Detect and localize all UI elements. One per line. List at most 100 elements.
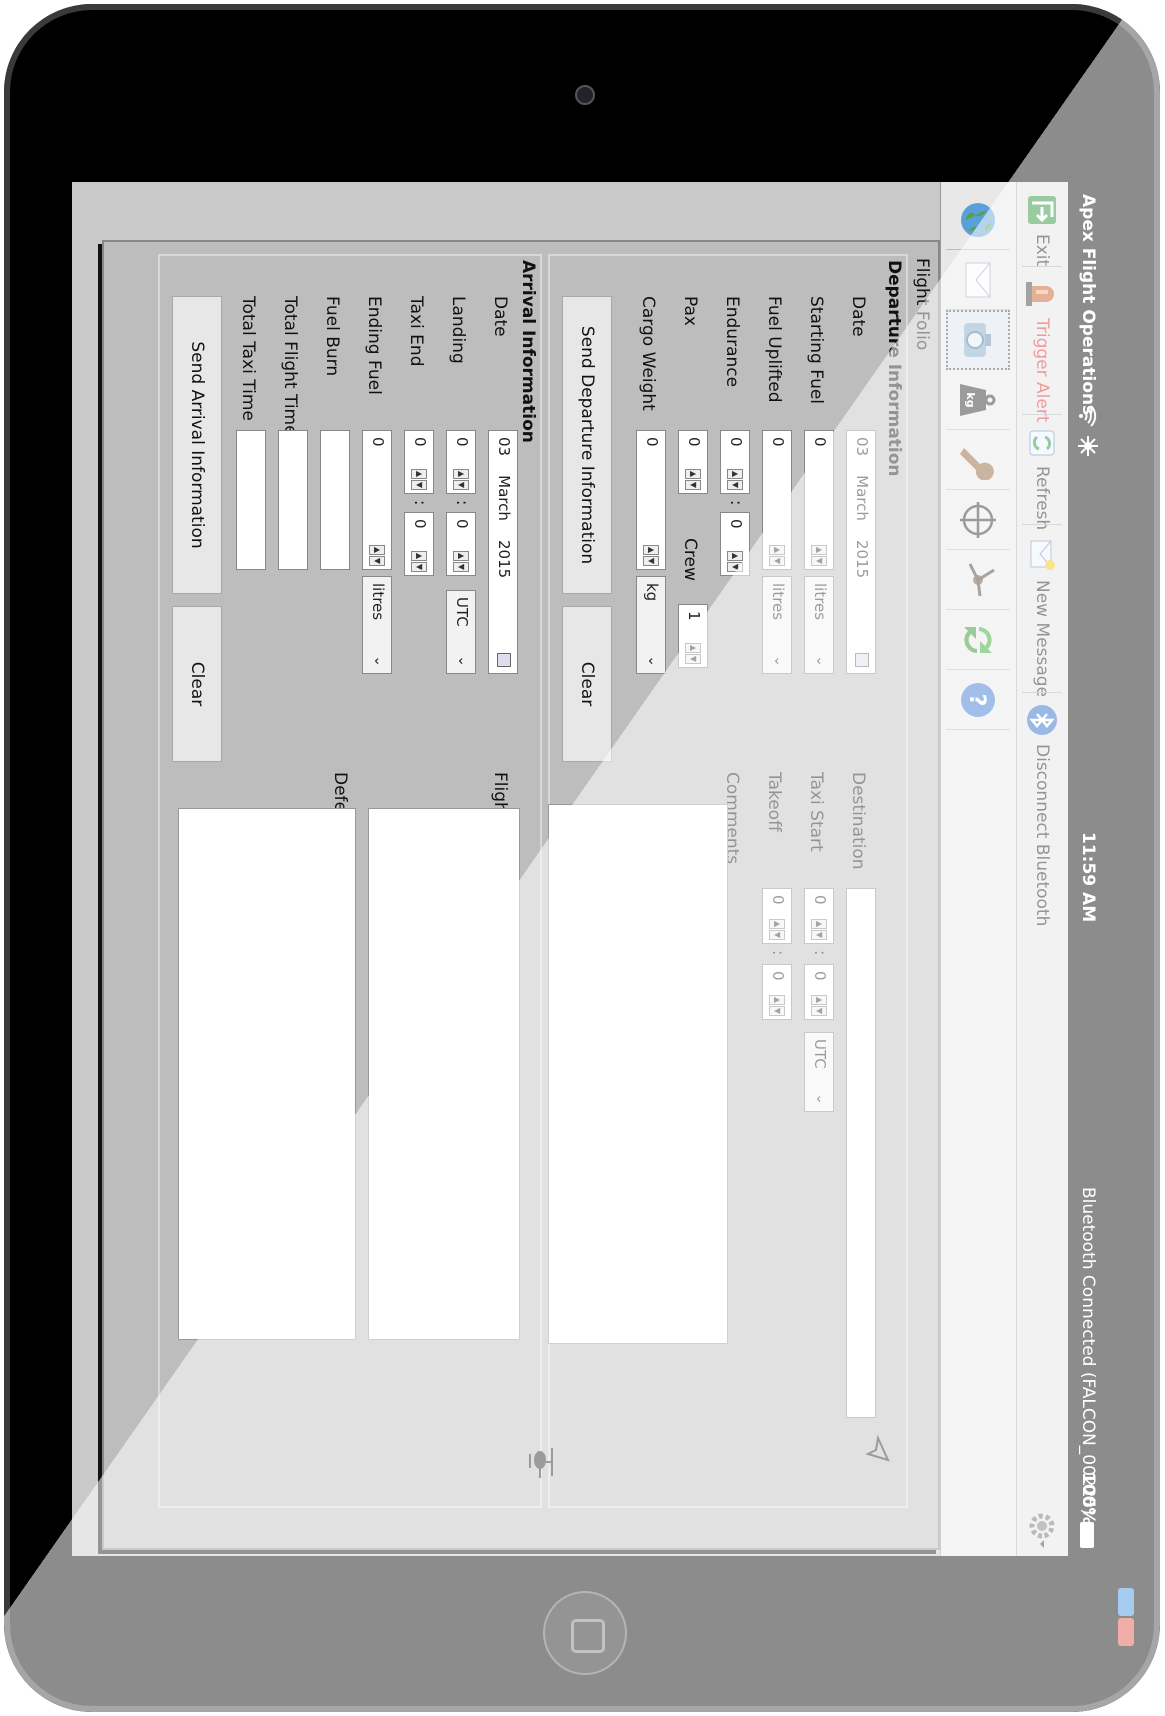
cargo-weight-value: 0 — [643, 437, 661, 447]
taxi-start-hours[interactable]: 0 ▲ ▼ — [804, 888, 834, 944]
crew-input[interactable]: 1 ▲ ▼ — [678, 604, 708, 668]
ending-fuel-value: 0 — [369, 437, 387, 447]
airplane-icon — [865, 1434, 890, 1462]
landing-minutes[interactable]: 0 ▲ ▼ — [446, 512, 476, 576]
new-message-label: New Message — [1032, 580, 1052, 697]
ending-fuel-input[interactable]: 0 ▲ ▼ — [362, 430, 392, 570]
endurance-minutes[interactable]: 0 ▲ ▼ — [720, 512, 750, 576]
refresh-button[interactable]: Refresh — [1016, 422, 1068, 536]
screen: Apex Flight Operations 11:59 AM Bluetoot… — [72, 182, 1104, 1556]
app-title: Apex Flight Operations — [1078, 194, 1098, 416]
trigger-alert-button[interactable]: Trigger Alert — [1016, 272, 1068, 429]
new-message-button[interactable]: New Message — [1016, 532, 1068, 703]
toolbar-weight-button[interactable]: kg — [946, 370, 1010, 430]
bluetooth-icon — [1027, 705, 1057, 735]
taxi-start-hours-value: 0 — [811, 895, 829, 905]
envelope-icon — [965, 262, 991, 297]
settings-gear-button[interactable] — [1019, 1508, 1060, 1548]
app-window: Apex Flight Operations 11:59 AM Bluetoot… — [72, 182, 1104, 1556]
ending-fuel-label: Ending Fuel — [364, 296, 384, 395]
disconnect-bluetooth-button[interactable]: Disconnect Bluetooth — [1016, 698, 1068, 932]
taxi-start-minutes[interactable]: 0 ▲ ▼ — [804, 964, 834, 1020]
pax-input[interactable]: 0 ▲ ▼ — [678, 430, 708, 494]
destination-label: Destination — [848, 772, 868, 870]
dep-date-picker[interactable]: 03 March 2015 — [846, 430, 876, 674]
refresh-icon — [1029, 430, 1055, 456]
taxi-end-minutes-value: 0 — [411, 519, 429, 529]
landing-hours[interactable]: 0 ▲ ▼ — [446, 430, 476, 494]
departure-section: Departure Information Date 03 March 2015… — [548, 254, 908, 1508]
toolbar-help-button[interactable]: ? — [946, 670, 1010, 730]
weight-kg-icon: kg — [960, 383, 996, 416]
takeoff-hours-value: 0 — [769, 895, 787, 905]
destination-field[interactable] — [846, 888, 876, 1418]
comments-textarea[interactable] — [548, 804, 728, 1344]
taxi-start-minutes-value: 0 — [811, 971, 829, 981]
fuel-uplifted-unit-select[interactable]: litres ⌄ — [762, 576, 792, 674]
landing-label: Landing — [448, 296, 468, 364]
departure-clear-button[interactable]: Clear — [562, 606, 612, 762]
chevron-down-icon: ⌄ — [645, 655, 661, 667]
cargo-weight-label: Cargo Weight — [638, 296, 658, 411]
arr-date-label: Date — [490, 296, 510, 337]
bluetooth-status: Bluetooth Connected (FALCON_00225) — [1078, 1187, 1098, 1516]
endurance-minutes-value: 0 — [727, 519, 745, 529]
starting-fuel-input[interactable]: 0 ▲ ▼ — [804, 430, 834, 570]
arrival-heading: Arrival Information — [518, 260, 538, 443]
toolbar-crosshair-button[interactable] — [946, 490, 1010, 550]
dep-date-month: March — [853, 475, 871, 521]
toolbar-mail-button[interactable] — [946, 250, 1010, 310]
landing-zone-select[interactable]: UTC ⌄ — [446, 590, 476, 674]
toolbar-globe-button[interactable] — [946, 190, 1010, 250]
arr-date-picker[interactable]: 03 March 2015 — [488, 430, 518, 674]
crosshair-icon — [960, 501, 996, 538]
camera-icon — [964, 323, 991, 357]
svg-text:?: ? — [964, 693, 989, 706]
toolbar-propeller-button[interactable] — [946, 550, 1010, 610]
send-departure-button[interactable]: Send Departure Information — [562, 296, 612, 594]
new-message-icon — [1030, 540, 1055, 570]
battery-icon — [1080, 1522, 1094, 1548]
endurance-hours[interactable]: 0 ▲ ▼ — [720, 430, 750, 494]
cargo-weight-input[interactable]: 0 ▲ ▼ — [636, 430, 666, 570]
flight-report-textarea[interactable] — [368, 808, 520, 1340]
takeoff-minutes[interactable]: 0 ▲ ▼ — [762, 964, 792, 1020]
toolbar-wrench-button[interactable] — [946, 430, 1010, 490]
crew-value: 1 — [685, 611, 703, 621]
arr-date-day: 03 — [495, 437, 513, 457]
taxi-end-hours[interactable]: 0 ▲ ▼ — [404, 430, 434, 494]
dep-date-day: 03 — [853, 437, 871, 457]
total-flight-time-label: Total Flight Time — [280, 296, 300, 436]
landing-zone: UTC — [453, 597, 471, 627]
taxi-end-label: Taxi End — [406, 296, 426, 367]
toolbar-sync-button[interactable] — [946, 610, 1010, 670]
taxi-start-zone-select[interactable]: UTC ⌄ — [804, 1032, 834, 1112]
defects-textarea[interactable] — [178, 808, 356, 1340]
taxi-start-zone: UTC — [811, 1039, 829, 1069]
front-camera — [575, 85, 595, 105]
exit-button[interactable]: Exit — [1016, 188, 1068, 272]
taxi-end-minutes[interactable]: 0 ▲ ▼ — [404, 512, 434, 576]
starting-fuel-unit-select[interactable]: litres ⌄ — [804, 576, 834, 674]
fuel-uplifted-unit: litres — [769, 583, 787, 621]
pax-label: Pax — [680, 296, 700, 326]
takeoff-hours[interactable]: 0 ▲ ▼ — [762, 888, 792, 944]
ipad-frame: Apex Flight Operations 11:59 AM Bluetoot… — [4, 4, 1160, 1712]
chevron-down-icon: ⌄ — [813, 1093, 829, 1105]
fuel-uplifted-input[interactable]: 0 ▲ ▼ — [762, 430, 792, 570]
taxi-end-hours-value: 0 — [411, 437, 429, 447]
calendar-icon — [855, 653, 869, 667]
send-arrival-button[interactable]: Send Arrival Information — [172, 296, 222, 594]
arrival-clear-button[interactable]: Clear — [172, 606, 222, 762]
toolbar-camera-button[interactable] — [946, 310, 1010, 370]
takeoff-label: Takeoff — [764, 772, 784, 832]
sync-icon — [964, 626, 992, 653]
cargo-weight-unit-select[interactable]: kg ⌄ — [636, 576, 666, 674]
takeoff-minutes-value: 0 — [769, 971, 787, 981]
toolbar: kg ? — [940, 182, 1016, 1556]
home-button[interactable] — [543, 1591, 627, 1675]
battery-percent: 100% — [1078, 1472, 1098, 1525]
ending-fuel-unit-select[interactable]: litres ⌄ — [362, 576, 392, 674]
exit-label: Exit — [1032, 234, 1052, 267]
clock: 11:59 AM — [1078, 832, 1098, 923]
